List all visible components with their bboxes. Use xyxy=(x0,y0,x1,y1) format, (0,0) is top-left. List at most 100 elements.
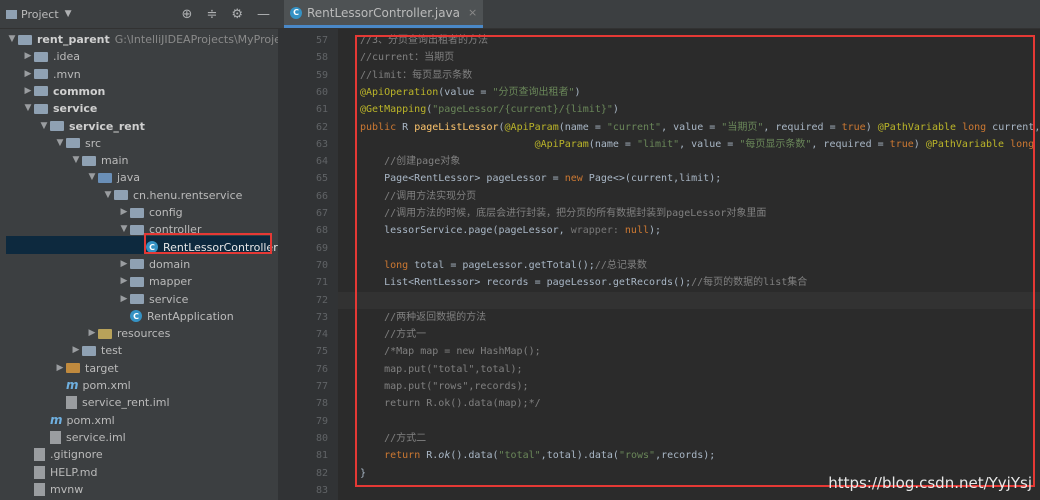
line-number: 57 xyxy=(315,35,328,46)
tree-item[interactable]: ▼ src xyxy=(54,135,102,152)
tree-item[interactable]: ▼ service xyxy=(22,100,98,117)
gear-icon[interactable]: ⚙ xyxy=(231,7,243,22)
class-icon: C xyxy=(130,310,142,323)
code-line: long total = pageLessor.getTotal();//总记录… xyxy=(360,257,647,274)
chevron-down-icon[interactable]: ▼ xyxy=(102,187,114,204)
tree-item[interactable]: ▶ target xyxy=(54,360,119,377)
close-icon[interactable]: × xyxy=(468,6,477,19)
locate-icon[interactable]: ⊕ xyxy=(182,7,193,22)
chevron-down-icon[interactable]: ▼ xyxy=(86,169,98,186)
folder-icon xyxy=(82,155,96,166)
tree-item[interactable]: ▶ domain xyxy=(118,256,191,273)
tree-item[interactable]: ▶ .idea xyxy=(22,48,81,65)
tree-item[interactable]: HELP.md xyxy=(22,464,97,481)
watermark: https://blog.csdn.net/YyjYsj xyxy=(828,474,1032,492)
project-panel-title[interactable]: Project xyxy=(21,8,59,21)
code-token: //current：当期页 xyxy=(360,52,455,64)
tree-item[interactable]: service.iml xyxy=(38,429,126,446)
tree-item[interactable]: service_rent.iml xyxy=(54,394,170,411)
tree-item-label: common xyxy=(53,84,106,98)
tree-item[interactable]: mvnw xyxy=(22,481,83,498)
chevron-down-icon[interactable]: ▼ xyxy=(65,9,72,19)
maven-icon: m xyxy=(66,378,79,392)
tree-item[interactable]: ▶ service xyxy=(118,291,189,308)
chevron-right-icon[interactable]: ▶ xyxy=(70,342,82,359)
tree-item[interactable]: ▶ resources xyxy=(86,325,171,342)
tree-item[interactable]: ▶ .mvn xyxy=(22,66,81,83)
chevron-down-icon[interactable]: ▼ xyxy=(70,152,82,169)
line-number: 79 xyxy=(315,415,328,427)
tree-item-label: RentApplication xyxy=(147,309,234,323)
hide-icon[interactable]: — xyxy=(257,7,270,22)
chevron-right-icon[interactable]: ▶ xyxy=(22,48,34,65)
code-line: Page<RentLessor> pageLessor = new Page<>… xyxy=(360,170,721,187)
code-token: ); xyxy=(649,225,662,237)
code-token: ) xyxy=(865,121,878,133)
code-token: @PathVariable xyxy=(877,121,963,133)
file-icon xyxy=(34,482,45,496)
folder-icon xyxy=(98,172,112,183)
tree-item[interactable]: ▼ main xyxy=(70,152,129,169)
line-number: 73 xyxy=(315,311,328,323)
chevron-down-icon[interactable]: ▼ xyxy=(54,135,66,152)
code-line: @ApiOperation(value = "分页查询出租者") xyxy=(360,84,581,101)
tree-item[interactable]: C RentApplication xyxy=(118,308,234,325)
tree-item[interactable]: ▶ common xyxy=(22,83,106,100)
folder-icon xyxy=(50,121,64,131)
chevron-down-icon[interactable]: ▼ xyxy=(38,118,50,135)
code-token: , value = xyxy=(679,138,740,150)
code-line: //两种返回数据的方法 xyxy=(360,309,486,326)
code-token: //调用方法实现分页 xyxy=(384,190,477,202)
tab-rentlessorcontroller[interactable]: C RentLessorController.java × xyxy=(284,0,484,28)
chevron-right-icon[interactable]: ▶ xyxy=(118,273,130,290)
project-panel: Project ▼ ⊕ ≑ ⚙ — ▼ rent_parent G:\Intelli… xyxy=(0,0,301,500)
tree-item[interactable]: m pom.xml xyxy=(38,412,115,429)
chevron-right-icon[interactable]: ▶ xyxy=(22,83,34,100)
tree-item-label: domain xyxy=(149,257,191,271)
tree-item[interactable]: ▶ mapper xyxy=(118,273,192,290)
code-line: } xyxy=(360,465,366,482)
code-token: long xyxy=(384,259,415,271)
tree-item[interactable]: ▼ service_rent xyxy=(38,118,145,135)
code-token: "total" xyxy=(498,450,541,462)
tree-item[interactable]: ▼ java xyxy=(86,169,141,186)
line-number: 80 xyxy=(315,432,328,444)
maven-icon: m xyxy=(50,412,63,427)
code-line: //调用方法的时候，底层会进行封装，把分页的所有数据封装到pageLessor对… xyxy=(360,205,766,222)
tree-item[interactable]: ▼ rent_parent G:\IntelliJIDEAProjects\MyPr… xyxy=(6,31,301,48)
chevron-right-icon[interactable]: ▶ xyxy=(118,291,130,308)
chevron-down-icon[interactable]: ▼ xyxy=(118,221,130,238)
code-line: map.put("rows",records); xyxy=(360,378,529,395)
chevron-down-icon[interactable]: ▼ xyxy=(22,100,34,117)
code-token: public xyxy=(360,121,403,133)
code-line: //创建page对象 xyxy=(360,153,460,170)
chevron-right-icon[interactable]: ▶ xyxy=(22,66,34,83)
code-token: true xyxy=(841,121,866,133)
code-token: true xyxy=(889,138,914,150)
chevron-down-icon[interactable]: ▼ xyxy=(6,31,18,48)
line-number: 69 xyxy=(315,242,328,254)
code-line: //limit：每页显示条数 xyxy=(360,67,472,84)
chevron-right-icon[interactable]: ▶ xyxy=(118,204,130,221)
code-token: //3、分页查询出租者的方法 xyxy=(360,35,489,46)
line-number: 64 xyxy=(315,156,328,168)
tree-item-label: mvnw xyxy=(50,482,84,496)
file-icon xyxy=(50,430,61,444)
chevron-right-icon[interactable]: ▶ xyxy=(118,256,130,273)
line-number: 58 xyxy=(315,52,328,64)
tree-item-label: service_rent xyxy=(69,119,145,133)
code-token: Page<RentLessor> pageLessor = xyxy=(360,173,565,185)
tree-item[interactable]: ▶ config xyxy=(118,204,183,221)
tree-item[interactable]: .gitignore xyxy=(22,446,103,463)
tree-item[interactable]: m pom.xml xyxy=(54,377,131,394)
tree-item-label: mapper xyxy=(149,275,192,289)
collapse-icon[interactable]: ≑ xyxy=(206,7,217,22)
chevron-right-icon[interactable]: ▶ xyxy=(54,360,66,377)
tree-item[interactable]: ▼ cn.henu.rentservice xyxy=(102,187,243,204)
project-panel-header: Project ▼ ⊕ ≑ ⚙ — xyxy=(0,0,278,29)
tree-item[interactable]: ▶ test xyxy=(70,342,123,359)
chevron-right-icon[interactable]: ▶ xyxy=(86,325,98,342)
